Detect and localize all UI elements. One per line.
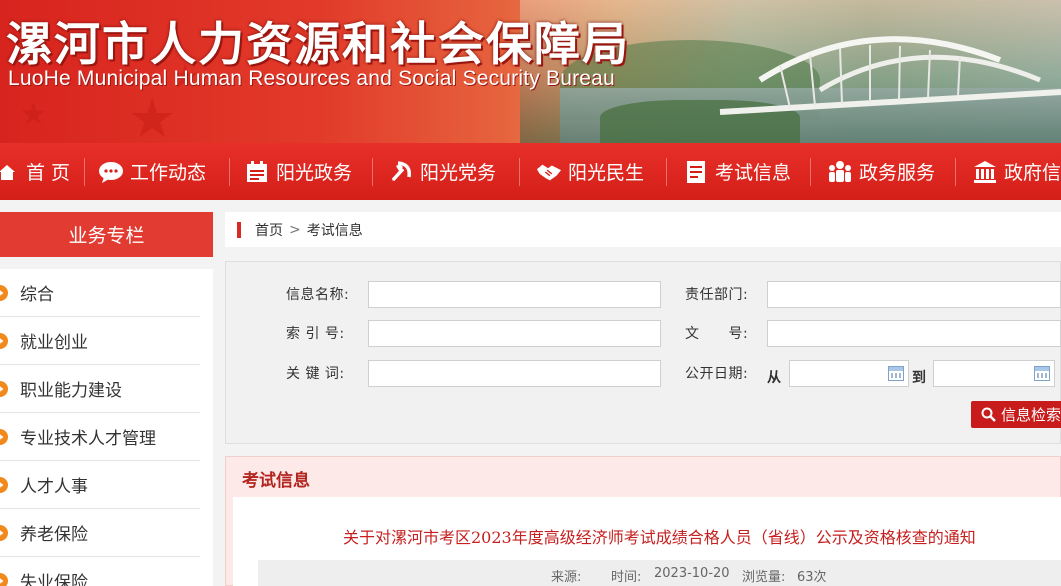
breadcrumb-marker [237,221,241,238]
main-nav: 首 页 工作动态 阳光政务 阳光党务 阳光民生 考试信息 政务服务 政府信 [0,143,1061,200]
star-decoration: ★ [128,87,177,144]
info-name-label: 信息名称: [286,287,350,303]
header-banner: ★ ★ ★ 漯河市人力资源和社会保障局 LuoHe Municipal Huma… [0,0,1061,143]
document-number-input[interactable] [767,320,1061,347]
chat-bubble-icon [98,159,124,185]
index-number-label: 索 引 号: [286,326,345,342]
index-number-input[interactable] [368,320,661,347]
document-number-label: 文 号: [685,326,749,342]
site-title-cn: 漯河市人力资源和社会保障局 [6,17,630,71]
arrow-bullet-icon [0,572,8,586]
date-to-input[interactable] [933,360,1055,387]
keyword-input[interactable] [368,360,661,387]
nav-label: 政务服务 [859,162,936,184]
calendar-icon[interactable] [888,366,904,381]
search-icon [981,407,996,422]
nav-divider [955,158,956,186]
sidebar-item-general[interactable]: 综合 [0,269,200,317]
star-decoration: ★ [20,97,47,132]
sidebar-item-unemployment[interactable]: 失业保险 [0,557,200,586]
section-title: 考试信息 [242,471,310,491]
party-emblem-icon [388,159,414,185]
nav-item-gov-service[interactable]: 政务服务 [827,143,935,200]
nav-label: 阳光民生 [568,162,645,184]
responsible-dept-label: 责任部门: [685,287,749,303]
handshake-icon [536,159,562,185]
sidebar-item-label: 就业创业 [20,333,88,353]
government-building-icon [972,159,998,185]
arrow-bullet-icon [0,380,8,397]
sidebar-item-label: 职业能力建设 [20,381,122,401]
arrow-bullet-icon [0,332,8,349]
nav-divider [229,158,230,186]
article-title-link[interactable]: 关于对漯河市考区2023年度高级经济师考试成绩合格人员（省线）公示及资格核查的通… [343,524,976,548]
nav-item-work-news[interactable]: 工作动态 [98,143,206,200]
calendar-icon[interactable] [1034,366,1050,381]
nav-item-livelihood[interactable]: 阳光民生 [536,143,644,200]
sidebar-item-employment[interactable]: 就业创业 [0,317,200,365]
nav-label: 首 页 [26,162,71,184]
nav-divider [666,158,667,186]
keyword-label: 关 键 词: [286,366,345,382]
nav-label: 考试信息 [715,162,792,184]
nav-item-sunshine-affairs[interactable]: 阳光政务 [244,143,352,200]
sidebar-item-professional-talent[interactable]: 专业技术人才管理 [0,413,200,461]
sidebar-item-vocational-skills[interactable]: 职业能力建设 [0,365,200,413]
time-value: 2023-10-20 [654,566,730,581]
responsible-dept-input[interactable] [767,281,1061,308]
breadcrumb-current-link[interactable]: 考试信息 [307,220,363,240]
nav-label: 阳光党务 [420,162,497,184]
views-label: 浏览量: [742,570,786,585]
article-meta: 来源: 时间: 2023-10-20 浏览量: 63次 [258,560,1061,586]
arrow-bullet-icon [0,476,8,493]
nav-item-home[interactable]: 首 页 [0,143,70,200]
nav-divider [519,158,520,186]
nav-divider [810,158,811,186]
date-to-label: 到 [912,370,927,386]
sidebar-item-label: 失业保险 [20,573,88,586]
sidebar-item-label: 养老保险 [20,525,88,545]
people-icon [827,159,853,185]
sidebar-list: 综合 就业创业 职业能力建设 专业技术人才管理 人才人事 养老保险 失业保险 [0,269,213,586]
nav-label: 政府信 [1004,162,1061,184]
arrow-bullet-icon [0,428,8,445]
sidebar-item-label: 专业技术人才管理 [20,429,156,449]
info-search-button[interactable]: 信息检索 [971,401,1061,428]
arrow-bullet-icon [0,524,8,541]
calendar-icon [244,159,270,185]
sidebar-item-pension[interactable]: 养老保险 [0,509,200,557]
bridge-icon [719,36,1061,115]
nav-divider [372,158,373,186]
search-button-label: 信息检索 [1001,406,1061,424]
nav-divider [84,158,85,186]
date-from-label: 从 [767,370,782,386]
views-value: 63次 [797,570,827,585]
time-label: 时间: [611,570,642,585]
info-name-input[interactable] [368,281,661,308]
breadcrumb-home-link[interactable]: 首页 [255,220,283,240]
breadcrumb: 首页 > 考试信息 [225,212,1061,247]
site-title-en: LuoHe Municipal Human Resources and Soci… [8,67,615,90]
sidebar-item-label: 人才人事 [20,477,88,497]
sidebar-item-label: 综合 [20,285,54,305]
nav-item-exam-info[interactable]: 考试信息 [683,143,791,200]
publish-date-label: 公开日期: [685,366,749,382]
document-icon [683,159,709,185]
nav-label: 工作动态 [130,162,207,184]
date-from-input[interactable] [789,360,909,387]
home-icon [0,159,20,185]
breadcrumb-separator: > [289,221,301,238]
sidebar-item-personnel[interactable]: 人才人事 [0,461,200,509]
arrow-bullet-icon [0,284,8,301]
nav-item-party-affairs[interactable]: 阳光党务 [388,143,496,200]
nav-label: 阳光政务 [276,162,353,184]
sidebar-title: 业务专栏 [0,212,213,257]
source-label: 来源: [551,570,582,585]
nav-item-gov-info[interactable]: 政府信 [972,143,1061,200]
